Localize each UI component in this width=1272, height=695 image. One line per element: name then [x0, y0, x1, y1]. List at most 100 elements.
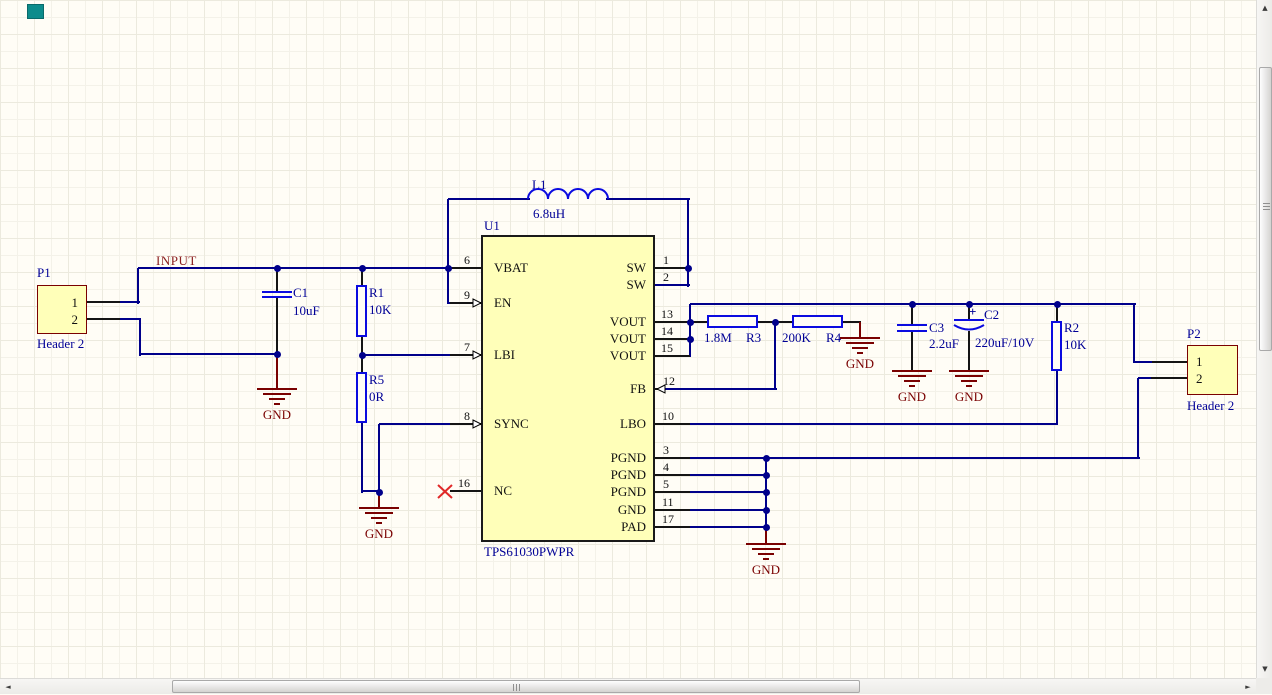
wire-segment[interactable]	[687, 199, 689, 287]
wire-segment[interactable]	[137, 268, 139, 304]
wire-segment[interactable]	[362, 354, 452, 356]
wire-segment[interactable]	[689, 304, 691, 357]
wire-segment[interactable]	[690, 474, 767, 476]
r5-symbol[interactable]	[356, 372, 367, 423]
c3-designator[interactable]: C3	[929, 321, 944, 335]
wire-segment[interactable]	[655, 284, 690, 286]
u1-comment[interactable]: TPS61030PWPR	[484, 545, 574, 559]
pin-lead[interactable]	[968, 331, 970, 370]
c2-symbol[interactable]	[954, 319, 984, 321]
wire-segment[interactable]	[690, 509, 767, 511]
no-erc-cross-icon[interactable]	[437, 484, 453, 499]
c2-value[interactable]: 220uF/10V	[975, 336, 1034, 350]
pin-lead[interactable]	[655, 355, 690, 357]
c2-polarity-plus: +	[969, 304, 977, 319]
r1-symbol[interactable]	[356, 285, 367, 337]
pin-lead[interactable]	[911, 306, 913, 324]
c3-symbol-plate2[interactable]	[897, 330, 927, 332]
p2-pin2-number: 2	[1196, 371, 1203, 386]
wire-segment[interactable]	[1138, 377, 1152, 379]
r4-value[interactable]: 200K	[782, 331, 811, 345]
u1-pin-vout1: VOUT	[609, 314, 646, 329]
scroll-left-button[interactable]: ◄	[0, 679, 16, 695]
wire-segment[interactable]	[1137, 378, 1139, 459]
scroll-right-button[interactable]: ►	[1240, 679, 1256, 695]
wire-segment[interactable]	[1134, 361, 1153, 363]
c1-designator[interactable]: C1	[293, 286, 308, 300]
schematic-canvas[interactable]: INPUT P1 1 2 Header 2 C1 10uF R1 10K R5 …	[0, 0, 1256, 678]
c1-value[interactable]: 10uF	[293, 304, 320, 318]
pin-lead[interactable]	[276, 298, 278, 355]
pin-lead[interactable]	[276, 270, 278, 291]
r3-designator[interactable]: R3	[746, 331, 761, 345]
pin-lead[interactable]	[450, 490, 481, 492]
r5-value[interactable]: 0R	[369, 390, 384, 404]
l1-value[interactable]: 6.8uH	[533, 207, 565, 221]
r2-designator[interactable]: R2	[1064, 321, 1079, 335]
c2-curved-plate[interactable]	[953, 324, 985, 334]
wire-segment[interactable]	[1133, 304, 1135, 363]
pin-lead[interactable]	[655, 509, 690, 511]
pin-lead[interactable]	[655, 526, 690, 528]
pin-lead[interactable]	[655, 491, 690, 493]
p1-comment[interactable]: Header 2	[37, 337, 84, 351]
scroll-down-button[interactable]: ▼	[1257, 661, 1272, 677]
wire-segment[interactable]	[662, 388, 777, 390]
u1-designator[interactable]: U1	[484, 219, 500, 233]
wire-segment[interactable]	[1056, 371, 1058, 425]
wire-segment[interactable]	[606, 198, 690, 200]
pin-lead[interactable]	[655, 338, 690, 340]
pin-lead[interactable]	[87, 301, 120, 303]
gnd-stem[interactable]	[859, 322, 861, 338]
horizontal-scroll-thumb[interactable]	[172, 680, 860, 693]
pin-lead[interactable]	[655, 474, 690, 476]
r3-value[interactable]: 1.8M	[704, 331, 732, 345]
vertical-scroll-thumb[interactable]	[1259, 67, 1272, 351]
junction-dot	[762, 471, 770, 479]
r1-designator[interactable]: R1	[369, 286, 384, 300]
p2-body[interactable]	[1187, 345, 1238, 395]
c1-symbol-plate2[interactable]	[262, 296, 292, 298]
wire-segment[interactable]	[120, 318, 141, 320]
pin-lead[interactable]	[450, 267, 481, 269]
p2-designator[interactable]: P2	[1187, 327, 1201, 341]
r5-designator[interactable]: R5	[369, 373, 384, 387]
wire-segment[interactable]	[448, 198, 530, 200]
wire-segment[interactable]	[139, 319, 141, 356]
pin-lead[interactable]	[1152, 361, 1187, 363]
r2-value[interactable]: 10K	[1064, 338, 1086, 352]
l1-coil-symbol[interactable]	[527, 188, 609, 200]
p1-designator[interactable]: P1	[37, 266, 51, 280]
scroll-up-button[interactable]: ▲	[1257, 0, 1272, 16]
pin-lead[interactable]	[655, 457, 690, 459]
p2-comment[interactable]: Header 2	[1187, 399, 1234, 413]
wire-segment[interactable]	[378, 424, 380, 493]
r3-symbol[interactable]	[707, 315, 758, 328]
wire-segment[interactable]	[379, 423, 453, 425]
junction-dot	[762, 454, 770, 462]
vertical-scrollbar[interactable]: ▲ ▼	[1256, 0, 1272, 678]
r4-designator[interactable]: R4	[826, 331, 841, 345]
horizontal-scrollbar[interactable]: ◄ ►	[0, 678, 1256, 694]
wire-segment[interactable]	[690, 491, 767, 493]
pin-lead[interactable]	[655, 321, 690, 323]
c1-symbol[interactable]	[262, 291, 292, 293]
wire-segment[interactable]	[690, 526, 767, 528]
pin-lead[interactable]	[87, 318, 120, 320]
pin-lead[interactable]	[1151, 377, 1187, 379]
r4-symbol[interactable]	[792, 315, 843, 328]
wire-segment[interactable]	[140, 353, 278, 355]
net-label-input[interactable]: INPUT	[156, 254, 197, 268]
wire-segment[interactable]	[774, 322, 776, 390]
pin-lead[interactable]	[911, 332, 913, 370]
c2-designator[interactable]: C2	[984, 308, 999, 322]
wire-segment[interactable]	[690, 423, 1058, 425]
wire-segment[interactable]	[361, 423, 363, 493]
c3-value[interactable]: 2.2uF	[929, 337, 959, 351]
r1-value[interactable]: 10K	[369, 303, 391, 317]
c3-symbol[interactable]	[897, 324, 927, 326]
pin-lead[interactable]	[655, 423, 690, 425]
r2-symbol[interactable]	[1051, 321, 1062, 371]
wire-segment[interactable]	[690, 457, 1140, 459]
gnd-stem[interactable]	[276, 354, 278, 388]
